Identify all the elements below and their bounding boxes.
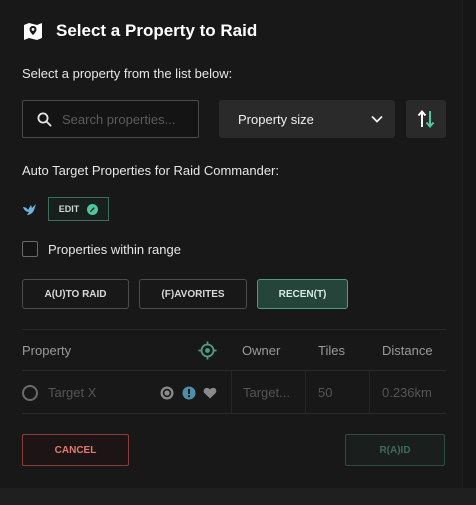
bird-icon: [23, 204, 36, 215]
dialog-header: Select a Property to Raid: [22, 17, 257, 45]
column-header-distance[interactable]: Distance: [382, 343, 433, 358]
raid-button[interactable]: R(A)ID: [345, 434, 445, 466]
crosshair-icon[interactable]: [198, 341, 217, 360]
row-owner: Target...: [243, 385, 290, 400]
column-header-property[interactable]: Property: [22, 343, 71, 358]
range-checkbox[interactable]: [22, 241, 38, 257]
row-tiles: 50: [318, 385, 333, 400]
badge-icon: [160, 386, 174, 400]
alert-icon: [182, 386, 196, 400]
bottom-strip: [0, 488, 476, 505]
row-radio[interactable]: [22, 385, 38, 401]
map-pin-icon: [24, 23, 42, 40]
divider: [22, 413, 446, 414]
column-header-tiles[interactable]: Tiles: [318, 343, 345, 358]
chevron-down-icon: [371, 115, 383, 123]
column-header-owner[interactable]: Owner: [242, 343, 280, 358]
heart-icon[interactable]: [203, 386, 217, 400]
divider: [22, 329, 446, 330]
edit-label: EDIT: [58, 204, 80, 214]
sort-order-icon: [417, 109, 435, 129]
dialog-subtitle: Select a property from the list below:: [22, 66, 233, 81]
pencil-icon: [87, 203, 99, 215]
dialog-title: Select a Property to Raid: [56, 21, 258, 40]
edit-auto-target-button[interactable]: EDIT: [48, 197, 109, 221]
search-box[interactable]: [22, 100, 199, 138]
sort-select[interactable]: Property size: [219, 100, 395, 138]
range-filter[interactable]: Properties within range: [22, 240, 181, 258]
raid-dialog: Select a Property to Raid Select a prope…: [0, 0, 463, 505]
sort-order-button[interactable]: [406, 100, 446, 138]
column-separator: [369, 371, 370, 413]
row-distance: 0.236km: [382, 385, 432, 400]
row-property-name: Target X: [48, 385, 97, 400]
search-icon: [37, 112, 52, 127]
column-separator: [231, 371, 232, 413]
auto-target-label: Auto Target Properties for Raid Commande…: [22, 163, 279, 178]
search-input[interactable]: [62, 111, 182, 127]
divider: [22, 370, 446, 371]
column-separator: [305, 371, 306, 413]
sort-select-value: Property size: [238, 111, 314, 127]
tab-favorites[interactable]: (F)AVORITES: [139, 279, 247, 309]
tab-auto-raid[interactable]: A(U)TO RAID: [22, 279, 129, 309]
cancel-button[interactable]: CANCEL: [22, 434, 129, 466]
range-filter-label: Properties within range: [48, 241, 181, 257]
tab-recent[interactable]: RECEN(T): [257, 279, 348, 309]
